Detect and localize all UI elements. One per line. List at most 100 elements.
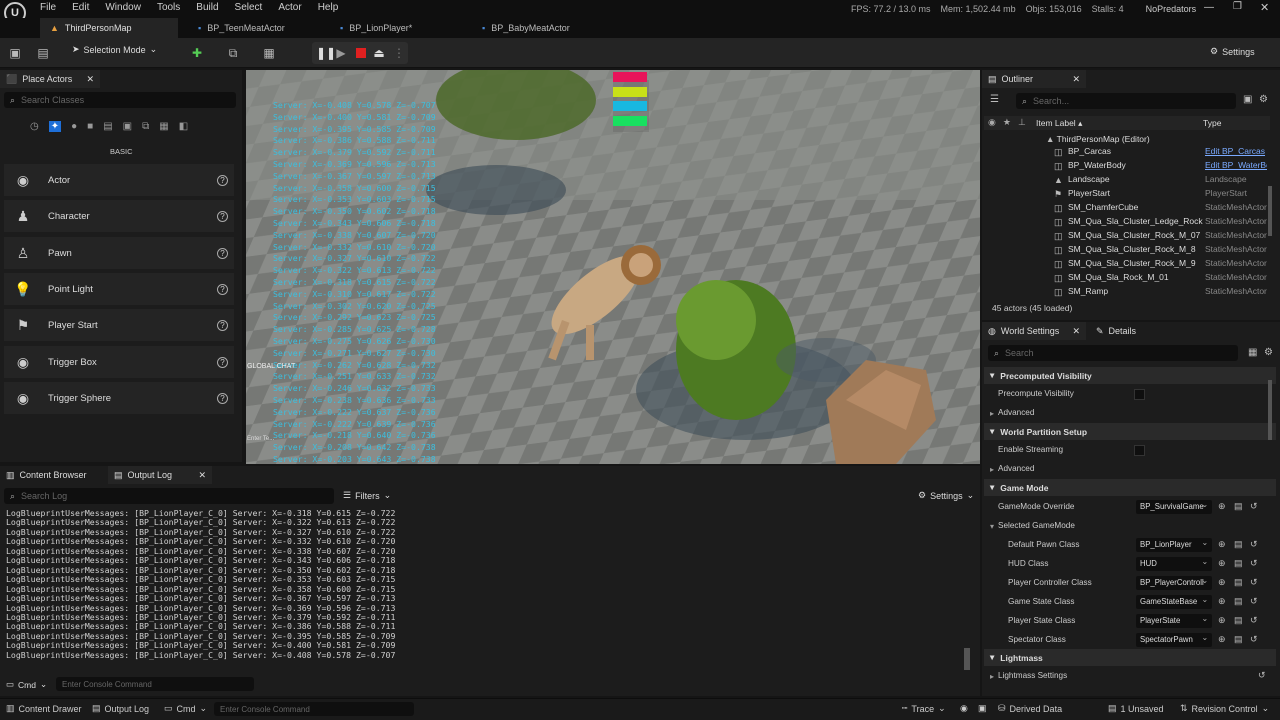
outliner-row[interactable]: ◫ SM_ChamferCube StaticMeshActor	[984, 202, 1270, 216]
blueprint-menu-icon[interactable]: ⧉	[226, 46, 240, 60]
shapes-icon[interactable]: ■	[87, 121, 93, 132]
actor-item-trigger-box[interactable]: ◉ Trigger Box?	[4, 346, 234, 378]
help-icon[interactable]: ?	[217, 356, 228, 368]
actor-item-trigger-sphere[interactable]: ◉ Trigger Sphere?	[4, 382, 234, 414]
class-dropdown[interactable]: BP_PlayerControll	[1136, 576, 1212, 590]
tab-thirdpersonmap[interactable]: ▲ ThirdPersonMap	[40, 18, 178, 38]
outliner-row[interactable]: ⚑ PlayerStart PlayerStart	[984, 188, 1270, 202]
chat-input[interactable]: Enter Te...	[247, 436, 274, 442]
tab-output-log[interactable]: ▤ Output Log ✕	[108, 466, 212, 484]
precompute-visibility-checkbox[interactable]	[1134, 389, 1145, 400]
reset-icon[interactable]: ↺	[1250, 634, 1258, 645]
menu-actor[interactable]: Actor	[278, 2, 301, 13]
outliner-row[interactable]: ▲ Landscape Landscape	[984, 174, 1270, 188]
lights-icon[interactable]: ●	[71, 121, 77, 132]
filter-icon[interactable]: ☰	[990, 94, 999, 105]
prop-advanced-2[interactable]: ▸ Advanced	[984, 460, 1276, 479]
class-dropdown[interactable]: SpectatorPawn	[1136, 633, 1212, 647]
browse-icon[interactable]: ▤	[1234, 539, 1243, 550]
basic-icon[interactable]: ✦	[48, 121, 62, 132]
help-icon[interactable]: ?	[217, 392, 228, 404]
unsaved-button[interactable]: ▤ 1 Unsaved	[1108, 703, 1164, 714]
minimize-button[interactable]: —	[1204, 2, 1214, 13]
outliner-scrollbar[interactable]	[1268, 186, 1272, 236]
trace-button[interactable]: ┉ Trace ⌄	[902, 703, 946, 714]
close-icon[interactable]: ✕	[198, 470, 206, 481]
enable-streaming-checkbox[interactable]	[1134, 445, 1145, 456]
tab-bp-lionplayer[interactable]: ▪ BP_LionPlayer*	[330, 18, 422, 38]
actor-item-actor[interactable]: ◉ Actor?	[4, 164, 234, 196]
edit-icon[interactable]: ⊕	[1218, 615, 1226, 626]
help-icon[interactable]: ?	[217, 247, 228, 259]
content-drawer-button[interactable]: ▥ Content Drawer	[6, 703, 82, 714]
menu-select[interactable]: Select	[235, 2, 263, 13]
menu-file[interactable]: File	[40, 2, 56, 13]
more-options-icon[interactable]: ⋮	[392, 46, 406, 60]
cinematics-icon[interactable]: ▦	[262, 46, 276, 60]
cmd-dropdown[interactable]: ▭ Cmd ⌄	[6, 679, 47, 690]
tab-content-browser[interactable]: ▥ Content Browser	[0, 466, 106, 484]
close-window-button[interactable]: ✕	[1260, 1, 1269, 14]
filters-button[interactable]: ☰ Filters ⌄	[343, 490, 391, 501]
help-icon[interactable]: ?	[217, 174, 228, 186]
settings-button[interactable]: ⚙ Settings	[1210, 46, 1255, 57]
reset-icon[interactable]: ↺	[1250, 501, 1258, 512]
visual-effects-icon[interactable]: ▣	[123, 121, 132, 132]
class-dropdown[interactable]: PlayerState	[1136, 614, 1212, 628]
log-scrollbar[interactable]	[964, 648, 970, 670]
edit-blueprint-link[interactable]: Edit BP_WaterBo	[1205, 160, 1267, 170]
outliner-row[interactable]: ◫ SM_Qua_Sla_Cluster_Rock_M_07 StaticMeshA…	[984, 230, 1270, 244]
section-precomputed-visibility[interactable]: ▾ Precomputed Visibility	[984, 367, 1276, 384]
status-console-input[interactable]: Enter Console Command	[214, 702, 414, 716]
save-icon[interactable]: ▣	[8, 46, 22, 60]
tab-details[interactable]: ✎ Details	[1090, 322, 1170, 340]
item-label-column[interactable]: Item Label ▴	[1036, 118, 1082, 129]
camera-button[interactable]: ▣	[978, 703, 987, 714]
close-icon[interactable]: ✕	[1072, 326, 1080, 337]
outliner-row[interactable]: ◫ BP_Carcas Edit BP_Carcas	[984, 146, 1270, 160]
tab-place-actors[interactable]: ⬛ Place Actors ✕	[0, 70, 100, 88]
cinematic-icon[interactable]: ▤	[103, 121, 112, 132]
tab-bp-babymeatactor[interactable]: ▪ BP_BabyMeatActor	[472, 18, 580, 38]
edit-icon[interactable]: ⊕	[1218, 634, 1226, 645]
level-viewport[interactable]: Server: X=-0.408 Y=0.578 Z=-0.707 Server:…	[246, 70, 980, 464]
step-icon[interactable]: ▶	[334, 46, 348, 60]
reset-icon[interactable]: ↺	[1250, 558, 1258, 569]
reset-icon[interactable]: ↺	[1250, 539, 1258, 550]
output-log-button[interactable]: ▤ Output Log	[92, 703, 149, 714]
type-column[interactable]: Type	[1203, 118, 1221, 128]
browse-icon[interactable]: ▤	[1234, 501, 1243, 512]
selection-mode-dropdown[interactable]: ➤ Selection Mode ⌄	[72, 44, 157, 55]
browse-icon[interactable]: ▤	[1234, 596, 1243, 607]
reset-icon[interactable]: ↺	[1250, 615, 1258, 626]
pause-icon[interactable]: ❚❚	[316, 46, 336, 60]
table-view-icon[interactable]: ▦	[1248, 347, 1257, 358]
menu-window[interactable]: Window	[105, 2, 141, 13]
search-log-input[interactable]: ⌕ Search Log	[4, 488, 334, 504]
help-icon[interactable]: ?	[217, 283, 228, 295]
browse-icon[interactable]: ▤	[1234, 634, 1243, 645]
details-scrollbar[interactable]	[1268, 380, 1272, 440]
edit-icon[interactable]: ⊕	[1218, 539, 1226, 550]
status-cmd-dropdown[interactable]: ▭ Cmd ⌄	[164, 703, 207, 714]
recent-icon[interactable]: ◷	[30, 121, 39, 132]
add-folder-icon[interactable]: ▣	[1243, 94, 1252, 105]
close-icon[interactable]: ✕	[1072, 74, 1080, 85]
content-icon[interactable]: ▤	[36, 46, 50, 60]
reset-icon[interactable]: ↺	[1258, 670, 1266, 681]
console-command-input[interactable]: Enter Console Command	[56, 677, 254, 691]
gear-icon[interactable]: ⚙	[1259, 94, 1268, 105]
geometry-icon[interactable]: ◧	[179, 121, 188, 132]
star-icon[interactable]: ★	[1003, 117, 1011, 128]
edit-icon[interactable]: ⊕	[1218, 596, 1226, 607]
prop-lightmass-settings[interactable]: ▸ Lightmass Settings ↺	[984, 667, 1276, 685]
derived-data-button[interactable]: ⛁ Derived Data	[998, 703, 1062, 714]
gear-icon[interactable]: ⚙	[1264, 347, 1273, 358]
menu-edit[interactable]: Edit	[72, 2, 89, 13]
class-dropdown[interactable]: HUD	[1136, 557, 1212, 571]
eye-icon[interactable]: ◉	[988, 117, 996, 128]
menu-tools[interactable]: Tools	[157, 2, 180, 13]
help-icon[interactable]: ?	[217, 319, 228, 331]
prop-advanced-1[interactable]: ▸ Advanced	[984, 404, 1276, 423]
tab-world-settings[interactable]: ◍ World Settings ✕	[982, 322, 1086, 340]
